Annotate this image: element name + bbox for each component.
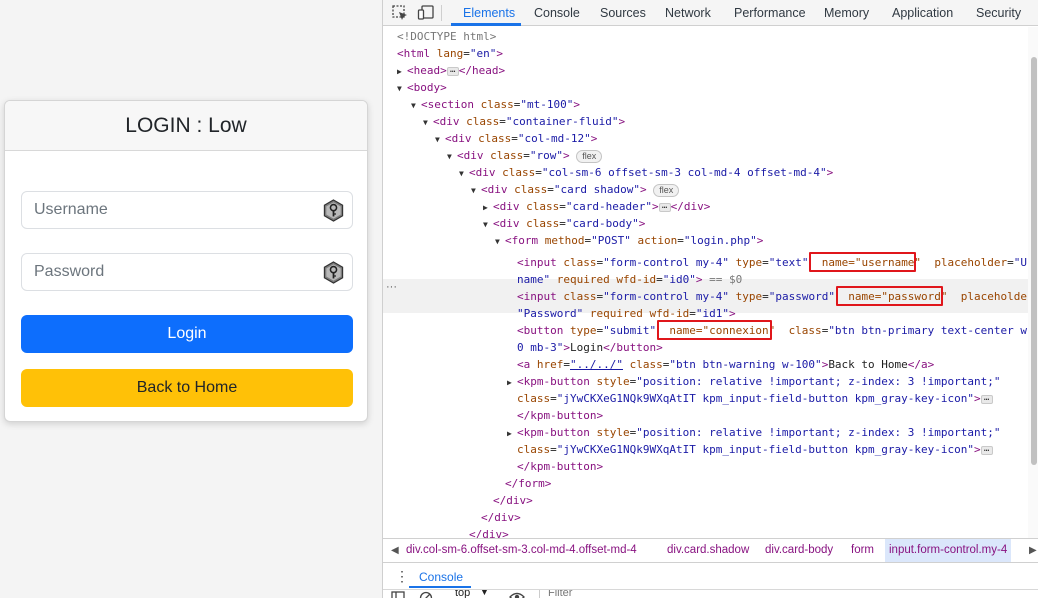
back-to-home-button[interactable]: Back to Home	[21, 369, 353, 407]
dom-line[interactable]: </kpm-button>	[517, 407, 603, 424]
console-toolbar: top ▼ Filter	[383, 589, 1038, 598]
dom-line[interactable]: ▶ <kpm-button style="position: relative !…	[507, 373, 1000, 390]
password-field[interactable]	[21, 253, 353, 291]
tab-console[interactable]: Console	[534, 0, 580, 26]
clear-console-icon[interactable]	[419, 591, 433, 598]
highlight-box-username	[809, 252, 916, 272]
toolbar-divider	[539, 590, 540, 598]
scrollbar-thumb[interactable]	[1031, 57, 1037, 465]
dom-line[interactable]: ▶ <div class="card-header">… </div>	[483, 198, 710, 215]
tab-memory[interactable]: Memory	[824, 0, 869, 26]
dom-line-selected[interactable]: <input class="form-control my-4" type="t…	[517, 254, 1029, 271]
dom-line[interactable]: </kpm-button>	[517, 458, 603, 475]
tab-performance[interactable]: Performance	[734, 0, 806, 26]
drawer-active-indicator	[409, 586, 471, 588]
login-card: LOGIN : Low Login Back to Home	[4, 100, 368, 422]
password-input[interactable]	[22, 254, 302, 290]
dom-line[interactable]: </div>	[481, 509, 521, 526]
sidebar-toggle-icon[interactable]	[391, 591, 405, 598]
breadcrumb-item-selected[interactable]: input.form-control.my-4	[885, 539, 1012, 562]
chevron-down-icon[interactable]: ▼	[480, 590, 489, 597]
dom-line[interactable]: ▼ <body>	[397, 79, 447, 96]
dom-line[interactable]: <input class="form-control my-4" type="p…	[517, 288, 1029, 305]
drawer-tab-console[interactable]: Console	[419, 566, 463, 588]
eye-icon[interactable]	[509, 590, 525, 598]
dom-line[interactable]: </div>	[493, 492, 533, 509]
flex-badge[interactable]: flex	[653, 183, 680, 197]
devtools-panel: Elements Console Sources Network Perform…	[382, 0, 1038, 598]
active-tab-indicator	[451, 23, 521, 26]
login-button[interactable]: Login	[21, 315, 353, 353]
login-title: LOGIN : Low	[5, 101, 367, 151]
breadcrumb-item[interactable]: div.col-sm-6.offset-sm-3.col-md-4.offset…	[402, 539, 641, 562]
dom-line[interactable]: </div>	[469, 526, 509, 538]
device-toolbar-icon[interactable]	[417, 4, 435, 22]
tab-network[interactable]: Network	[665, 0, 711, 26]
dom-line[interactable]: <a href="../../" class="btn btn-warning …	[517, 356, 934, 373]
dom-line[interactable]: ▼ <div class="card shadow"> flex	[471, 181, 680, 198]
username-input[interactable]	[22, 192, 302, 228]
node-actions-ellipsis[interactable]: ···	[386, 281, 397, 293]
username-field[interactable]	[21, 191, 353, 229]
dom-line[interactable]: ▼ <div class="card-body">	[483, 215, 645, 232]
breadcrumb-item[interactable]: div.card.shadow	[663, 539, 753, 562]
drawer-menu-icon[interactable]: ⋮	[395, 566, 409, 586]
highlight-box-connexion	[657, 320, 772, 340]
dom-line[interactable]: ▼ <form method="POST" action="login.php">	[495, 232, 763, 249]
dom-tree-scrollbar[interactable]	[1028, 27, 1038, 538]
login-page: LOGIN : Low Login Back to Home	[0, 0, 382, 598]
password-manager-key-icon[interactable]	[322, 261, 345, 284]
dom-line[interactable]: ▼ <div class="col-sm-6 offset-sm-3 col-md…	[459, 164, 833, 181]
dom-line[interactable]: <button type="submit" name="connexion" c…	[517, 322, 1029, 339]
dom-line[interactable]: ▶ <kpm-button style="position: relative !…	[507, 424, 1000, 441]
breadcrumb: ◀ div.col-sm-6.offset-sm-3.col-md-4.offs…	[383, 538, 1038, 562]
dom-line[interactable]: ▼ <div class="row"> flex	[447, 147, 603, 164]
dom-line[interactable]: ▼ <div class="col-md-12">	[435, 130, 597, 147]
toolbar-divider	[441, 5, 442, 21]
breadcrumb-item[interactable]: div.card-body	[761, 539, 837, 562]
dom-line[interactable]: class="jYwCKXeG1NQk9WXqAtIT kpm_input-fi…	[517, 390, 993, 407]
tab-application[interactable]: Application	[892, 0, 953, 26]
breadcrumb-scroll-right-icon[interactable]: ▶	[1029, 539, 1037, 562]
console-drawer: ⋮ Console top ▼ Filter	[383, 562, 1038, 598]
inspect-element-icon[interactable]	[391, 4, 409, 22]
dom-line[interactable]: ▼ <section class="mt-100">	[411, 96, 580, 113]
tab-security[interactable]: Security	[976, 0, 1021, 26]
devtools-tab-bar: Elements Console Sources Network Perform…	[383, 0, 1038, 26]
breadcrumb-scroll-left-icon[interactable]: ◀	[391, 539, 399, 562]
flex-badge[interactable]: flex	[576, 149, 603, 163]
tab-sources[interactable]: Sources	[600, 0, 646, 26]
dom-line[interactable]: class="jYwCKXeG1NQk9WXqAtIT kpm_input-fi…	[517, 441, 993, 458]
dom-tree: ··· <!DOCTYPE html> <html lang="en"> ▶ <h…	[383, 27, 1029, 538]
dom-line[interactable]: ▶ <head>… </head>	[397, 62, 505, 79]
dom-line[interactable]: 0 mb-3">Login</button>	[517, 339, 663, 356]
breadcrumb-item[interactable]: form	[847, 539, 878, 562]
dom-line-selected[interactable]: name" required wfd-id="id0"> == $0	[517, 271, 742, 288]
highlight-box-password	[836, 286, 943, 306]
console-filter-input[interactable]: Filter	[548, 590, 572, 598]
dom-line[interactable]: </form>	[505, 475, 551, 492]
password-manager-key-icon[interactable]	[322, 199, 345, 222]
context-selector[interactable]: top	[455, 590, 470, 598]
dom-line[interactable]: <html lang="en">	[397, 45, 503, 62]
dom-line[interactable]: ▼ <div class="container-fluid">	[423, 113, 625, 130]
dom-line[interactable]: <!DOCTYPE html>	[397, 28, 496, 45]
